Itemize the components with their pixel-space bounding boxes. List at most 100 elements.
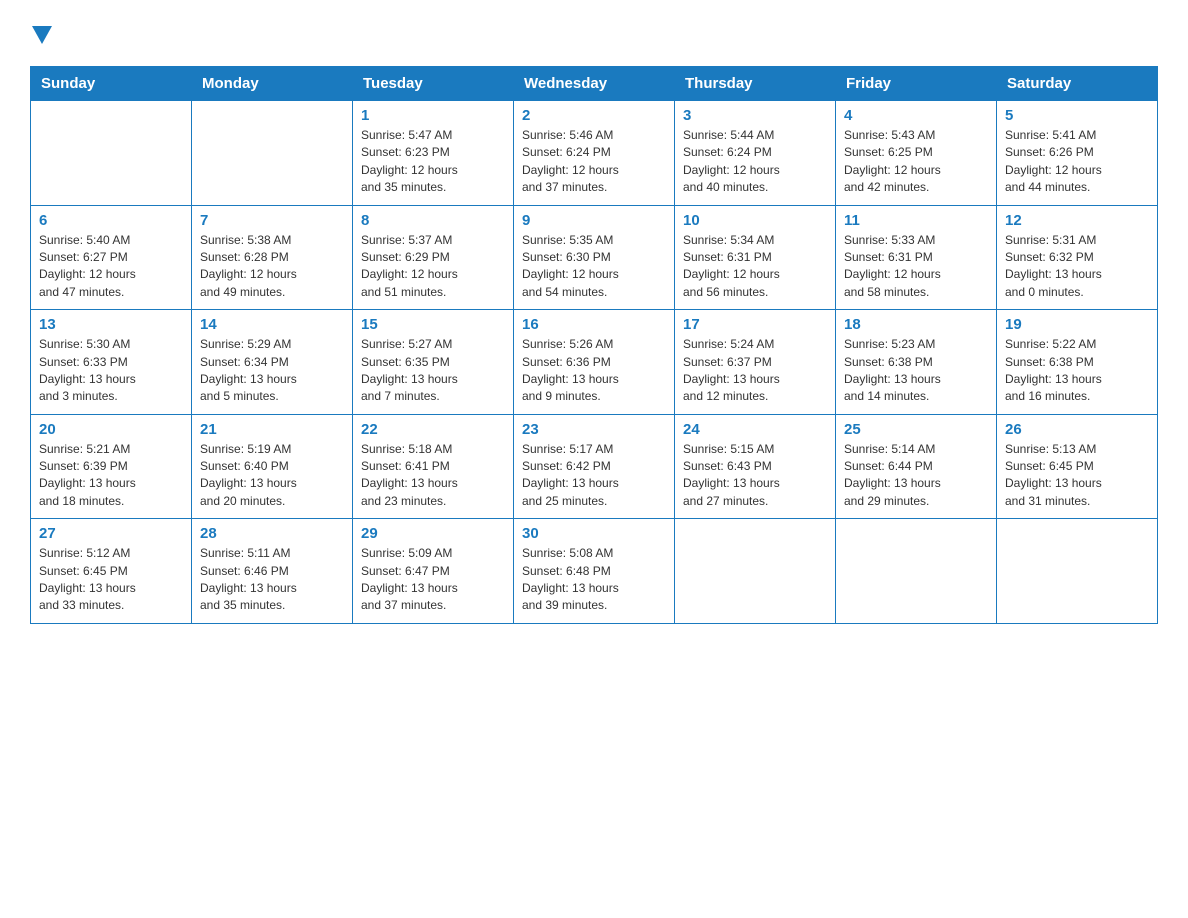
- day-info: Sunrise: 5:35 AM Sunset: 6:30 PM Dayligh…: [522, 232, 666, 302]
- calendar-cell: 14Sunrise: 5:29 AM Sunset: 6:34 PM Dayli…: [192, 310, 353, 415]
- calendar-cell: 9 Sunrise: 5:35 AM Sunset: 6:30 PM Daylig…: [514, 205, 675, 310]
- day-number: 1: [361, 107, 505, 124]
- calendar-cell: 30Sunrise: 5:08 AM Sunset: 6:48 PM Dayli…: [514, 519, 675, 624]
- calendar-cell: 16 Sunrise: 5:26 AM Sunset: 6:36 PM Dayli…: [514, 310, 675, 415]
- day-info: Sunrise: 5:08 AM Sunset: 6:48 PM Dayligh…: [522, 545, 666, 615]
- calendar-cell: 26 Sunrise: 5:13 AM Sunset: 6:45 PM Dayli…: [997, 414, 1158, 519]
- calendar-table: SundayMondayTuesdayWednesdayThursdayFrid…: [30, 66, 1158, 624]
- day-info: Sunrise: 5:30 AM Sunset: 6:33 PM Dayligh…: [39, 336, 183, 406]
- calendar-cell: 17 Sunrise: 5:24 AM Sunset: 6:37 PM Dayli…: [675, 310, 836, 415]
- day-number: 3: [683, 107, 827, 124]
- calendar-cell: 6 Sunrise: 5:40 AM Sunset: 6:27 PM Daylig…: [31, 205, 192, 310]
- day-number: 10: [683, 212, 827, 229]
- day-number: 4: [844, 107, 988, 124]
- day-info: Sunrise: 5:13 AM Sunset: 6:45 PM Dayligh…: [1005, 441, 1149, 511]
- day-number: 5: [1005, 107, 1149, 124]
- day-number: 16: [522, 316, 666, 333]
- day-number: 9: [522, 212, 666, 229]
- calendar-cell: 10 Sunrise: 5:34 AM Sunset: 6:31 PM Dayli…: [675, 205, 836, 310]
- calendar-cell: 27 Sunrise: 5:12 AM Sunset: 6:45 PM Dayli…: [31, 519, 192, 624]
- calendar-cell: 29 Sunrise: 5:09 AM Sunset: 6:47 PM Dayli…: [353, 519, 514, 624]
- day-number: 20: [39, 421, 183, 438]
- calendar-cell: 8 Sunrise: 5:37 AM Sunset: 6:29 PM Daylig…: [353, 205, 514, 310]
- day-number: 6: [39, 212, 183, 229]
- day-info: Sunrise: 5:43 AM Sunset: 6:25 PM Dayligh…: [844, 127, 988, 197]
- header-monday: Monday: [192, 67, 353, 101]
- day-info: Sunrise: 5:11 AM Sunset: 6:46 PM Dayligh…: [200, 545, 344, 615]
- day-info: Sunrise: 5:46 AM Sunset: 6:24 PM Dayligh…: [522, 127, 666, 197]
- day-number: 29: [361, 525, 505, 542]
- day-number: 28: [200, 525, 344, 542]
- day-info: Sunrise: 5:26 AM Sunset: 6:36 PM Dayligh…: [522, 336, 666, 406]
- calendar-cell: [675, 519, 836, 624]
- calendar-cell: [31, 101, 192, 206]
- calendar-cell: 11Sunrise: 5:33 AM Sunset: 6:31 PM Dayli…: [836, 205, 997, 310]
- day-number: 18: [844, 316, 988, 333]
- day-info: Sunrise: 5:47 AM Sunset: 6:23 PM Dayligh…: [361, 127, 505, 197]
- day-number: 24: [683, 421, 827, 438]
- calendar-cell: 5 Sunrise: 5:41 AM Sunset: 6:26 PM Daylig…: [997, 101, 1158, 206]
- calendar-cell: [836, 519, 997, 624]
- day-info: Sunrise: 5:15 AM Sunset: 6:43 PM Dayligh…: [683, 441, 827, 511]
- calendar-cell: 21Sunrise: 5:19 AM Sunset: 6:40 PM Dayli…: [192, 414, 353, 519]
- calendar-cell: 18 Sunrise: 5:23 AM Sunset: 6:38 PM Dayli…: [836, 310, 997, 415]
- header-thursday: Thursday: [675, 67, 836, 101]
- logo-arrow-icon: [32, 26, 52, 44]
- page-header: [30, 20, 1158, 48]
- calendar-cell: [997, 519, 1158, 624]
- day-number: 19: [1005, 316, 1149, 333]
- day-number: 12: [1005, 212, 1149, 229]
- day-info: Sunrise: 5:12 AM Sunset: 6:45 PM Dayligh…: [39, 545, 183, 615]
- day-info: Sunrise: 5:18 AM Sunset: 6:41 PM Dayligh…: [361, 441, 505, 511]
- day-info: Sunrise: 5:34 AM Sunset: 6:31 PM Dayligh…: [683, 232, 827, 302]
- day-info: Sunrise: 5:21 AM Sunset: 6:39 PM Dayligh…: [39, 441, 183, 511]
- logo: [30, 20, 52, 48]
- day-number: 23: [522, 421, 666, 438]
- day-info: Sunrise: 5:33 AM Sunset: 6:31 PM Dayligh…: [844, 232, 988, 302]
- calendar-cell: 1 Sunrise: 5:47 AM Sunset: 6:23 PM Daylig…: [353, 101, 514, 206]
- calendar-cell: 2 Sunrise: 5:46 AM Sunset: 6:24 PM Daylig…: [514, 101, 675, 206]
- calendar-week-row: 20 Sunrise: 5:21 AM Sunset: 6:39 PM Dayli…: [31, 414, 1158, 519]
- day-number: 8: [361, 212, 505, 229]
- day-info: Sunrise: 5:41 AM Sunset: 6:26 PM Dayligh…: [1005, 127, 1149, 197]
- calendar-cell: 15 Sunrise: 5:27 AM Sunset: 6:35 PM Dayli…: [353, 310, 514, 415]
- day-info: Sunrise: 5:17 AM Sunset: 6:42 PM Dayligh…: [522, 441, 666, 511]
- day-info: Sunrise: 5:23 AM Sunset: 6:38 PM Dayligh…: [844, 336, 988, 406]
- calendar-cell: [192, 101, 353, 206]
- day-number: 15: [361, 316, 505, 333]
- calendar-cell: 19 Sunrise: 5:22 AM Sunset: 6:38 PM Dayli…: [997, 310, 1158, 415]
- calendar-cell: 3 Sunrise: 5:44 AM Sunset: 6:24 PM Daylig…: [675, 101, 836, 206]
- day-number: 26: [1005, 421, 1149, 438]
- day-number: 25: [844, 421, 988, 438]
- calendar-cell: 28 Sunrise: 5:11 AM Sunset: 6:46 PM Dayli…: [192, 519, 353, 624]
- day-info: Sunrise: 5:40 AM Sunset: 6:27 PM Dayligh…: [39, 232, 183, 302]
- calendar-cell: 22 Sunrise: 5:18 AM Sunset: 6:41 PM Dayli…: [353, 414, 514, 519]
- day-number: 7: [200, 212, 344, 229]
- calendar-cell: 20 Sunrise: 5:21 AM Sunset: 6:39 PM Dayli…: [31, 414, 192, 519]
- day-info: Sunrise: 5:19 AM Sunset: 6:40 PM Dayligh…: [200, 441, 344, 511]
- day-info: Sunrise: 5:09 AM Sunset: 6:47 PM Dayligh…: [361, 545, 505, 615]
- day-number: 27: [39, 525, 183, 542]
- calendar-week-row: 1 Sunrise: 5:47 AM Sunset: 6:23 PM Daylig…: [31, 101, 1158, 206]
- day-info: Sunrise: 5:14 AM Sunset: 6:44 PM Dayligh…: [844, 441, 988, 511]
- calendar-cell: 12Sunrise: 5:31 AM Sunset: 6:32 PM Dayli…: [997, 205, 1158, 310]
- day-number: 17: [683, 316, 827, 333]
- calendar-cell: 7 Sunrise: 5:38 AM Sunset: 6:28 PM Daylig…: [192, 205, 353, 310]
- calendar-cell: 4 Sunrise: 5:43 AM Sunset: 6:25 PM Daylig…: [836, 101, 997, 206]
- header-saturday: Saturday: [997, 67, 1158, 101]
- header-wednesday: Wednesday: [514, 67, 675, 101]
- day-info: Sunrise: 5:29 AM Sunset: 6:34 PM Dayligh…: [200, 336, 344, 406]
- day-number: 2: [522, 107, 666, 124]
- header-sunday: Sunday: [31, 67, 192, 101]
- day-info: Sunrise: 5:38 AM Sunset: 6:28 PM Dayligh…: [200, 232, 344, 302]
- calendar-week-row: 27 Sunrise: 5:12 AM Sunset: 6:45 PM Dayli…: [31, 519, 1158, 624]
- day-info: Sunrise: 5:24 AM Sunset: 6:37 PM Dayligh…: [683, 336, 827, 406]
- header-friday: Friday: [836, 67, 997, 101]
- calendar-header-row: SundayMondayTuesdayWednesdayThursdayFrid…: [31, 67, 1158, 101]
- day-info: Sunrise: 5:27 AM Sunset: 6:35 PM Dayligh…: [361, 336, 505, 406]
- day-info: Sunrise: 5:44 AM Sunset: 6:24 PM Dayligh…: [683, 127, 827, 197]
- day-info: Sunrise: 5:37 AM Sunset: 6:29 PM Dayligh…: [361, 232, 505, 302]
- day-info: Sunrise: 5:22 AM Sunset: 6:38 PM Dayligh…: [1005, 336, 1149, 406]
- header-tuesday: Tuesday: [353, 67, 514, 101]
- day-number: 22: [361, 421, 505, 438]
